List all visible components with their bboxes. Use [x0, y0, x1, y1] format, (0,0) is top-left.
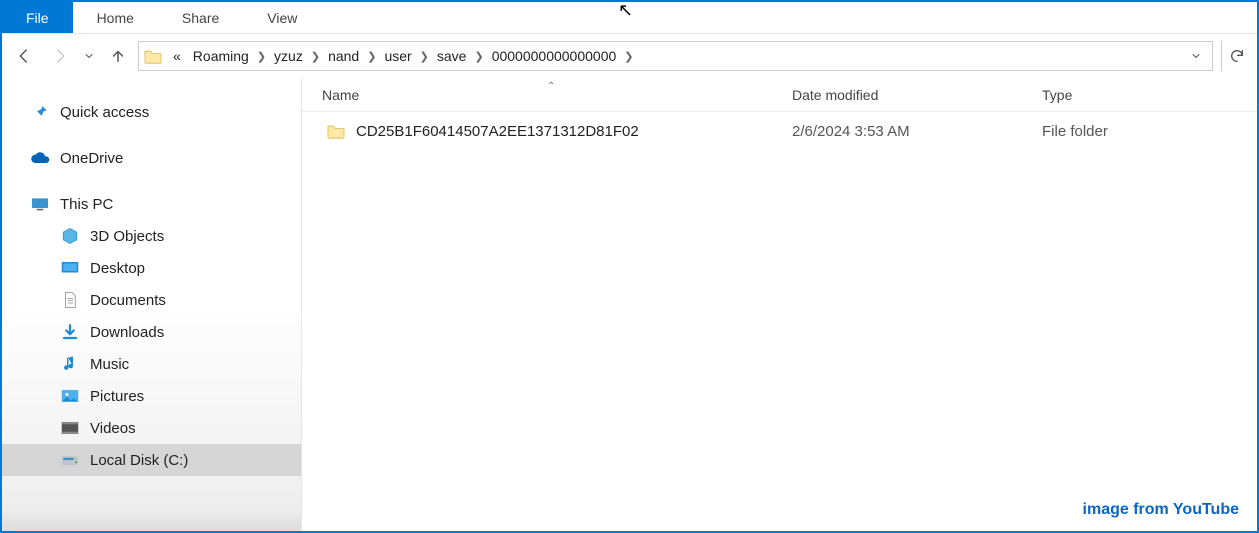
- sort-ascending-icon: ⌃: [547, 81, 555, 92]
- computer-icon: [30, 194, 50, 214]
- chevron-right-icon[interactable]: ❯: [255, 50, 268, 63]
- sidebar-item-label: Local Disk (C:): [90, 452, 188, 469]
- ribbon-tab-label: Share: [182, 10, 219, 26]
- sidebar-music[interactable]: Music: [2, 348, 301, 380]
- file-type: File folder: [1042, 123, 1257, 140]
- sidebar-item-label: OneDrive: [60, 150, 123, 167]
- chevron-right-icon[interactable]: ❯: [309, 50, 322, 63]
- breadcrumb-overflow[interactable]: «: [167, 42, 187, 70]
- sidebar-pictures[interactable]: Pictures: [2, 380, 301, 412]
- ribbon-tab-view[interactable]: View: [243, 2, 321, 33]
- document-icon: [60, 290, 80, 310]
- forward-button[interactable]: [44, 40, 76, 72]
- breadcrumb-item[interactable]: 0000000000000000: [486, 42, 623, 70]
- folder-icon: [326, 123, 346, 139]
- sidebar-item-label: 3D Objects: [90, 228, 164, 245]
- cube-icon: [60, 226, 80, 246]
- sidebar-item-label: Quick access: [60, 104, 149, 121]
- address-dropdown[interactable]: [1184, 50, 1208, 62]
- videos-icon: [60, 418, 80, 438]
- navbar: « Roaming ❯ yzuz ❯ nand ❯ user ❯ save ❯ …: [2, 34, 1257, 78]
- breadcrumb-item[interactable]: save: [431, 42, 473, 70]
- cloud-icon: [30, 148, 50, 168]
- sidebar-videos[interactable]: Videos: [2, 412, 301, 444]
- sidebar-item-label: This PC: [60, 196, 113, 213]
- column-label: Name: [322, 87, 359, 103]
- breadcrumb-item[interactable]: Roaming: [187, 42, 255, 70]
- disk-icon: [60, 450, 80, 470]
- column-headers: Name ⌃ Date modified Type: [302, 78, 1257, 112]
- file-list-pane: Name ⌃ Date modified Type CD25B1F6041450…: [302, 78, 1257, 531]
- pin-icon: [30, 102, 50, 122]
- column-label: Type: [1042, 87, 1072, 103]
- file-name: CD25B1F60414507A2EE1371312D81F02: [356, 123, 639, 140]
- recent-dropdown[interactable]: [80, 40, 98, 72]
- navigation-pane: Quick access OneDrive This PC 3D Objects…: [2, 78, 302, 531]
- chevron-right-icon[interactable]: ❯: [472, 50, 485, 63]
- sidebar-documents[interactable]: Documents: [2, 284, 301, 316]
- folder-icon: [143, 46, 163, 66]
- column-header-date[interactable]: Date modified: [792, 87, 1042, 103]
- back-button[interactable]: [8, 40, 40, 72]
- sidebar-item-label: Downloads: [90, 324, 164, 341]
- sidebar-desktop[interactable]: Desktop: [2, 252, 301, 284]
- sidebar-item-label: Videos: [90, 420, 136, 437]
- up-button[interactable]: [102, 40, 134, 72]
- column-header-name[interactable]: Name ⌃: [302, 87, 792, 103]
- sidebar-quick-access[interactable]: Quick access: [2, 96, 301, 128]
- sidebar-item-label: Desktop: [90, 260, 145, 277]
- watermark-text: image from YouTube: [1083, 501, 1239, 519]
- download-icon: [60, 322, 80, 342]
- breadcrumb-item[interactable]: nand: [322, 42, 365, 70]
- ribbon-tab-label: View: [267, 10, 297, 26]
- column-header-type[interactable]: Type: [1042, 87, 1257, 103]
- ribbon-tab-file[interactable]: File: [2, 2, 73, 33]
- sidebar-onedrive[interactable]: OneDrive: [2, 142, 301, 174]
- sidebar-downloads[interactable]: Downloads: [2, 316, 301, 348]
- chevron-right-icon[interactable]: ❯: [622, 50, 635, 63]
- ribbon-tab-label: File: [26, 10, 49, 26]
- sidebar-this-pc[interactable]: This PC: [2, 188, 301, 220]
- ribbon: File Home Share View: [2, 2, 1257, 34]
- sidebar-local-disk-c[interactable]: Local Disk (C:): [2, 444, 301, 476]
- file-row[interactable]: CD25B1F60414507A2EE1371312D81F02 2/6/202…: [302, 112, 1257, 150]
- ribbon-tab-home[interactable]: Home: [73, 2, 158, 33]
- breadcrumb-item[interactable]: user: [378, 42, 417, 70]
- pictures-icon: [60, 386, 80, 406]
- sidebar-item-label: Documents: [90, 292, 166, 309]
- desktop-icon: [60, 258, 80, 278]
- sidebar-3d-objects[interactable]: 3D Objects: [2, 220, 301, 252]
- sidebar-item-label: Music: [90, 356, 129, 373]
- file-date: 2/6/2024 3:53 AM: [792, 123, 1042, 140]
- main-area: Quick access OneDrive This PC 3D Objects…: [2, 78, 1257, 531]
- breadcrumb-item[interactable]: yzuz: [268, 42, 309, 70]
- chevron-right-icon[interactable]: ❯: [418, 50, 431, 63]
- address-bar[interactable]: « Roaming ❯ yzuz ❯ nand ❯ user ❯ save ❯ …: [138, 41, 1213, 71]
- ribbon-tab-label: Home: [97, 10, 134, 26]
- sidebar-item-label: Pictures: [90, 388, 144, 405]
- music-icon: [60, 354, 80, 374]
- column-label: Date modified: [792, 87, 878, 103]
- chevron-right-icon[interactable]: ❯: [365, 50, 378, 63]
- ribbon-tab-share[interactable]: Share: [158, 2, 243, 33]
- refresh-button[interactable]: [1221, 41, 1251, 71]
